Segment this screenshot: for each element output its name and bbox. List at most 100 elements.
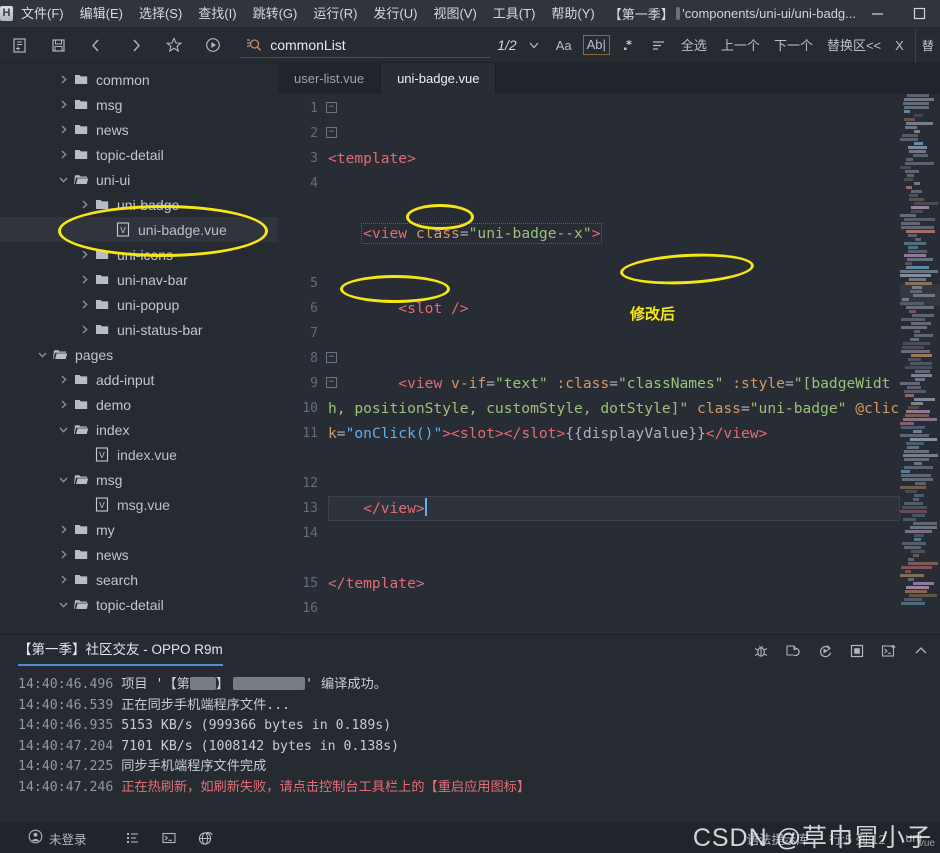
tree-item-my[interactable]: my xyxy=(0,517,278,542)
menu-select[interactable]: 选择(S) xyxy=(131,0,190,28)
menu-file[interactable]: 文件(F) xyxy=(13,0,72,28)
minimap-line xyxy=(914,462,922,465)
tree-item-topic-detail[interactable]: topic-detail xyxy=(0,592,278,617)
match-case-button[interactable]: Aa xyxy=(549,28,579,63)
tree-item-msg[interactable]: msg xyxy=(0,467,278,492)
tree-item-index[interactable]: index xyxy=(0,417,278,442)
whole-word-button[interactable]: Ab| xyxy=(583,35,610,55)
code-area[interactable]: 1− 2− 3 4 5 6 7 8− 9− 10 11 12 13 14 15 … xyxy=(278,94,940,634)
terminal-add-icon[interactable] xyxy=(876,638,902,664)
regex-button[interactable] xyxy=(614,28,644,63)
minimize-button[interactable] xyxy=(856,0,898,28)
restart-app-icon[interactable] xyxy=(812,638,838,664)
bug-icon[interactable] xyxy=(748,638,774,664)
tree-item-common[interactable]: common xyxy=(0,67,278,92)
syntax-lib-label[interactable]: 语法提示库 xyxy=(737,823,820,853)
collapse-icon[interactable] xyxy=(908,638,934,664)
forward-icon[interactable] xyxy=(116,28,155,63)
tree-item-add-input[interactable]: add-input xyxy=(0,367,278,392)
menu-help[interactable]: 帮助(Y) xyxy=(543,0,602,28)
menu-view[interactable]: 视图(V) xyxy=(425,0,484,28)
in-selection-button[interactable] xyxy=(644,28,674,63)
tree-item-msg-vue[interactable]: Vmsg.vue xyxy=(0,492,278,517)
web-icon[interactable] xyxy=(187,823,224,853)
chevron-down-icon[interactable] xyxy=(55,424,71,435)
chevron-right-icon[interactable] xyxy=(55,574,71,585)
tree-item-pages[interactable]: pages xyxy=(0,342,278,367)
tree-item-index-vue[interactable]: Vindex.vue xyxy=(0,442,278,467)
find-box[interactable]: commonList xyxy=(240,32,490,58)
find-next-button[interactable]: 下一个 xyxy=(767,28,820,63)
tree-item-uni-badge[interactable]: uni-badge xyxy=(0,192,278,217)
tree-item-uni-badge-vue[interactable]: Vuni-badge.vue xyxy=(0,217,278,242)
tree-item-search[interactable]: search xyxy=(0,567,278,592)
tab-uni-badge[interactable]: uni-badge.vue xyxy=(381,63,496,94)
search-input[interactable]: commonList xyxy=(270,37,345,53)
menu-goto[interactable]: 跳转(G) xyxy=(245,0,306,28)
tree-item-uni-popup[interactable]: uni-popup xyxy=(0,292,278,317)
chevron-right-icon[interactable] xyxy=(76,299,92,310)
minimap-line xyxy=(905,262,912,265)
refresh-device-icon[interactable] xyxy=(780,638,806,664)
chevron-right-icon[interactable] xyxy=(76,324,92,335)
replace-edge-label[interactable]: 替 xyxy=(915,28,940,63)
find-previous-button[interactable]: 上一个 xyxy=(714,28,767,63)
chevron-down-icon[interactable] xyxy=(55,599,71,610)
terminal-icon[interactable] xyxy=(151,823,187,853)
login-status[interactable]: 未登录 xyxy=(18,823,97,853)
code-minimap[interactable] xyxy=(900,94,940,634)
chevron-down-icon[interactable] xyxy=(55,474,71,485)
menu-find[interactable]: 查找(I) xyxy=(190,0,244,28)
chevron-right-icon[interactable] xyxy=(55,124,71,135)
tree-item-demo[interactable]: demo xyxy=(0,392,278,417)
save-icon[interactable] xyxy=(39,28,78,63)
new-file-icon[interactable] xyxy=(0,28,39,63)
back-icon[interactable] xyxy=(77,28,116,63)
stop-icon[interactable] xyxy=(844,638,870,664)
chevron-down-icon[interactable] xyxy=(519,28,549,63)
menu-edit[interactable]: 编辑(E) xyxy=(72,0,131,28)
chevron-down-icon[interactable] xyxy=(55,174,71,185)
chevron-right-icon[interactable] xyxy=(55,524,71,535)
chevron-right-icon[interactable] xyxy=(55,74,71,85)
chevron-right-icon[interactable] xyxy=(55,549,71,560)
minimap-line xyxy=(903,454,938,457)
chevron-right-icon[interactable] xyxy=(76,274,92,285)
chevron-right-icon[interactable] xyxy=(55,99,71,110)
tree-item-uni-status-bar[interactable]: uni-status-bar xyxy=(0,317,278,342)
project-sidebar[interactable]: common msg news topic-detail uni-ui uni-badge… xyxy=(0,63,278,634)
menu-tools[interactable]: 工具(T) xyxy=(485,0,544,28)
select-all-button[interactable]: 全选 xyxy=(674,28,714,63)
cursor-position[interactable]: 行:5 列:12 xyxy=(819,823,895,853)
tree-item-uni-nav-bar[interactable]: uni-nav-bar xyxy=(0,267,278,292)
minimap-line xyxy=(910,362,932,365)
chevron-down-icon[interactable] xyxy=(34,349,50,360)
chevron-right-icon[interactable] xyxy=(55,374,71,385)
annotation-modified-after: 修改后 xyxy=(630,302,675,327)
chevron-right-icon[interactable] xyxy=(76,249,92,260)
source-text[interactable]: <template> <view class="uni-badge--x"> <… xyxy=(328,94,900,634)
chevron-right-icon[interactable] xyxy=(76,199,92,210)
menu-run[interactable]: 运行(R) xyxy=(305,0,365,28)
tree-item-uni-ui[interactable]: uni-ui xyxy=(0,167,278,192)
tree-item-msg[interactable]: msg xyxy=(0,92,278,117)
close-find-button[interactable]: X xyxy=(888,28,911,63)
outline-icon[interactable] xyxy=(115,823,151,853)
toggle-replace-button[interactable]: 替换区<< xyxy=(820,28,888,63)
minimap-line xyxy=(904,110,910,113)
minimap-viewport[interactable] xyxy=(900,284,940,306)
menu-publish[interactable]: 发行(U) xyxy=(365,0,425,28)
run-icon[interactable] xyxy=(194,28,233,63)
login-label: 未登录 xyxy=(49,829,87,848)
editor-tabs: user-list.vue uni-badge.vue xyxy=(278,63,940,94)
tree-item-topic-detail[interactable]: topic-detail xyxy=(0,142,278,167)
tab-user-list[interactable]: user-list.vue xyxy=(278,63,381,94)
favorite-icon[interactable] xyxy=(155,28,194,63)
tree-item-news[interactable]: news xyxy=(0,542,278,567)
chevron-right-icon[interactable] xyxy=(55,149,71,160)
maximize-button[interactable] xyxy=(898,0,940,28)
tree-item-uni-icons[interactable]: uni-icons xyxy=(0,242,278,267)
tree-item-news[interactable]: news xyxy=(0,117,278,142)
chevron-right-icon[interactable] xyxy=(55,399,71,410)
console-log-list[interactable]: 14:40:46.496 项目 '【第】 ' 编译成功。 14:40:46.539 … xyxy=(0,667,940,798)
